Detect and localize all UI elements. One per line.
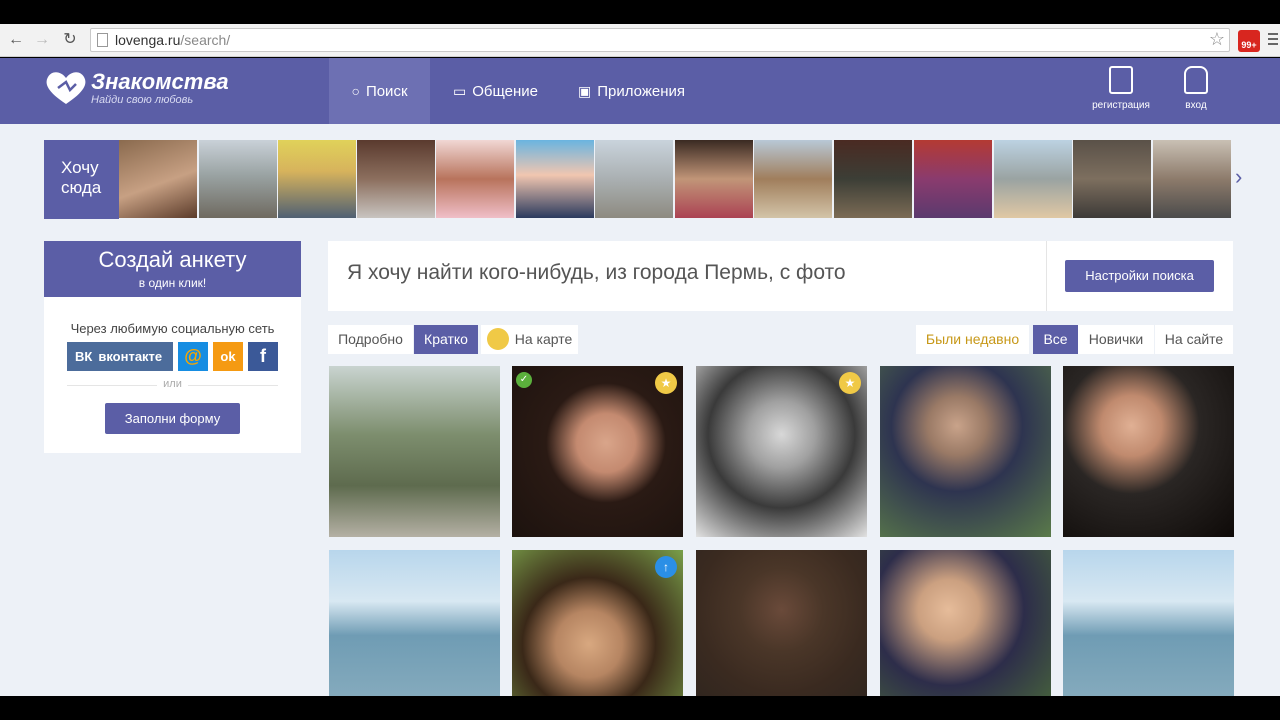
browser-menu-icon[interactable] <box>1268 33 1278 47</box>
create-profile-card: Создай анкету в один клик! Через любимую… <box>44 241 301 453</box>
nav-search-label: Поиск <box>365 82 408 100</box>
strip-photo[interactable] <box>834 140 912 218</box>
verified-icon: ✓ <box>516 372 532 388</box>
strip-photo[interactable] <box>357 140 435 218</box>
register-link[interactable]: регистрация <box>1086 66 1156 111</box>
nav-search[interactable]: ○ Поиск <box>329 58 430 124</box>
profile-photo-tile[interactable] <box>880 550 1051 696</box>
create-profile-header: Создай анкету в один клик! <box>44 241 301 297</box>
profile-photo-tile[interactable] <box>329 550 500 696</box>
strip-photo[interactable] <box>199 140 277 218</box>
site: Знакомства Найди свою любовь ○ Поиск ▭ Общ… <box>0 58 1280 696</box>
site-header: Знакомства Найди свою любовь ○ Поиск ▭ Общ… <box>0 58 1280 124</box>
strip-next-arrow-icon[interactable]: › <box>1235 164 1242 190</box>
divider <box>1046 241 1047 311</box>
create-profile-subtitle: в один клик! <box>138 276 207 290</box>
profile-photo-tile[interactable] <box>1063 366 1234 537</box>
map-icon <box>486 327 509 350</box>
filter-newbies[interactable]: Новички <box>1078 325 1154 354</box>
vk-login-button[interactable]: ВК вконтакте <box>67 342 173 371</box>
profile-photo-tile[interactable]: ↑ <box>512 550 683 696</box>
map-marker-icon: ★ <box>839 372 861 394</box>
ok-icon: ok <box>220 349 236 364</box>
register-label: регистрация <box>1092 100 1150 111</box>
back-icon[interactable]: ← <box>6 30 26 50</box>
facebook-icon: f <box>260 346 266 366</box>
logo-heart-icon[interactable] <box>44 70 88 106</box>
strip-photo[interactable] <box>516 140 594 218</box>
strip-photo[interactable] <box>595 140 673 218</box>
extension-badge: 99+ <box>1241 40 1257 50</box>
fill-form-button[interactable]: Заполни форму <box>105 403 240 434</box>
nav-apps-label: Приложения <box>597 82 685 100</box>
mail-icon: @ <box>184 346 202 366</box>
strip-photo[interactable] <box>754 140 832 218</box>
mailru-login-button[interactable]: @ <box>178 342 208 371</box>
register-icon <box>1109 66 1133 94</box>
nav-apps[interactable]: ▣ Приложения <box>578 58 685 124</box>
bookmark-star-icon[interactable]: ☆ <box>1209 29 1225 50</box>
strip-photo[interactable] <box>278 140 356 218</box>
create-profile-title: Создай анкету <box>98 247 247 272</box>
strip-photo[interactable] <box>675 140 753 218</box>
login-link[interactable]: вход <box>1161 66 1231 111</box>
facebook-login-button[interactable]: f <box>248 342 278 371</box>
odnoklassniki-login-button[interactable]: ok <box>213 342 243 371</box>
login-label: вход <box>1185 100 1207 111</box>
logo-title[interactable]: Знакомства <box>91 69 229 95</box>
lock-icon <box>1184 66 1208 94</box>
profile-photo-tile[interactable] <box>696 550 867 696</box>
profile-photo-tile[interactable]: ★ <box>696 366 867 537</box>
search-settings-button[interactable]: Настройки поиска <box>1065 260 1214 292</box>
vk-icon: ВК <box>75 349 93 364</box>
profile-photo-tile[interactable] <box>880 366 1051 537</box>
address-bar[interactable]: lovenga.ru/search/ ☆ <box>90 28 1230 52</box>
tab-brief[interactable]: Кратко <box>414 325 478 354</box>
strip-photo[interactable] <box>436 140 514 218</box>
search-icon: ○ <box>351 83 360 99</box>
nav-chat-label: Общение <box>472 82 539 100</box>
social-network-label: Через любимую социальную сеть <box>70 321 275 336</box>
boost-up-icon: ↑ <box>655 556 677 578</box>
profile-photo-tile[interactable]: ✓ ★ <box>512 366 683 537</box>
apps-icon: ▣ <box>578 82 592 99</box>
filter-online[interactable]: На сайте <box>1155 325 1233 354</box>
strip-photo[interactable] <box>119 140 197 218</box>
strip-photo[interactable] <box>1153 140 1231 218</box>
browser-toolbar: ← → ↻ lovenga.ru/search/ ☆ 99+ <box>0 24 1280 57</box>
strip-photo[interactable] <box>1073 140 1151 218</box>
nav-chat[interactable]: ▭ Общение <box>453 58 538 124</box>
profile-photo-tile[interactable] <box>1063 550 1234 696</box>
vk-label: вконтакте <box>98 349 163 364</box>
forward-icon[interactable]: → <box>32 30 52 50</box>
want-here-button[interactable]: Хочу сюда <box>44 140 119 219</box>
or-label: или <box>44 378 301 390</box>
page-icon <box>97 33 108 47</box>
bottom-letterbox <box>0 696 1280 720</box>
search-query-text[interactable]: Я хочу найти кого-нибудь, из города Перм… <box>347 261 846 285</box>
search-summary-box: Я хочу найти кого-нибудь, из города Перм… <box>328 241 1233 311</box>
reload-icon[interactable]: ↻ <box>60 30 80 50</box>
profile-photo-tile[interactable] <box>329 366 500 537</box>
strip-photo[interactable] <box>994 140 1072 218</box>
screen: ← → ↻ lovenga.ru/search/ ☆ 99+ Знакомств… <box>0 0 1280 720</box>
logo-subtitle: Найди свою любовь <box>91 94 194 106</box>
url-domain: lovenga.ru <box>115 32 181 48</box>
extension-icon[interactable]: 99+ <box>1238 30 1260 52</box>
tab-map[interactable]: На карте <box>481 325 578 354</box>
strip-photo[interactable] <box>914 140 992 218</box>
chat-icon: ▭ <box>453 82 467 99</box>
filter-all[interactable]: Все <box>1033 325 1078 354</box>
map-marker-icon: ★ <box>655 372 677 394</box>
tab-map-label: На карте <box>514 331 573 347</box>
tab-detailed[interactable]: Подробно <box>328 325 413 354</box>
url-path: /search/ <box>180 32 231 48</box>
filter-recent[interactable]: Были недавно <box>916 325 1029 354</box>
